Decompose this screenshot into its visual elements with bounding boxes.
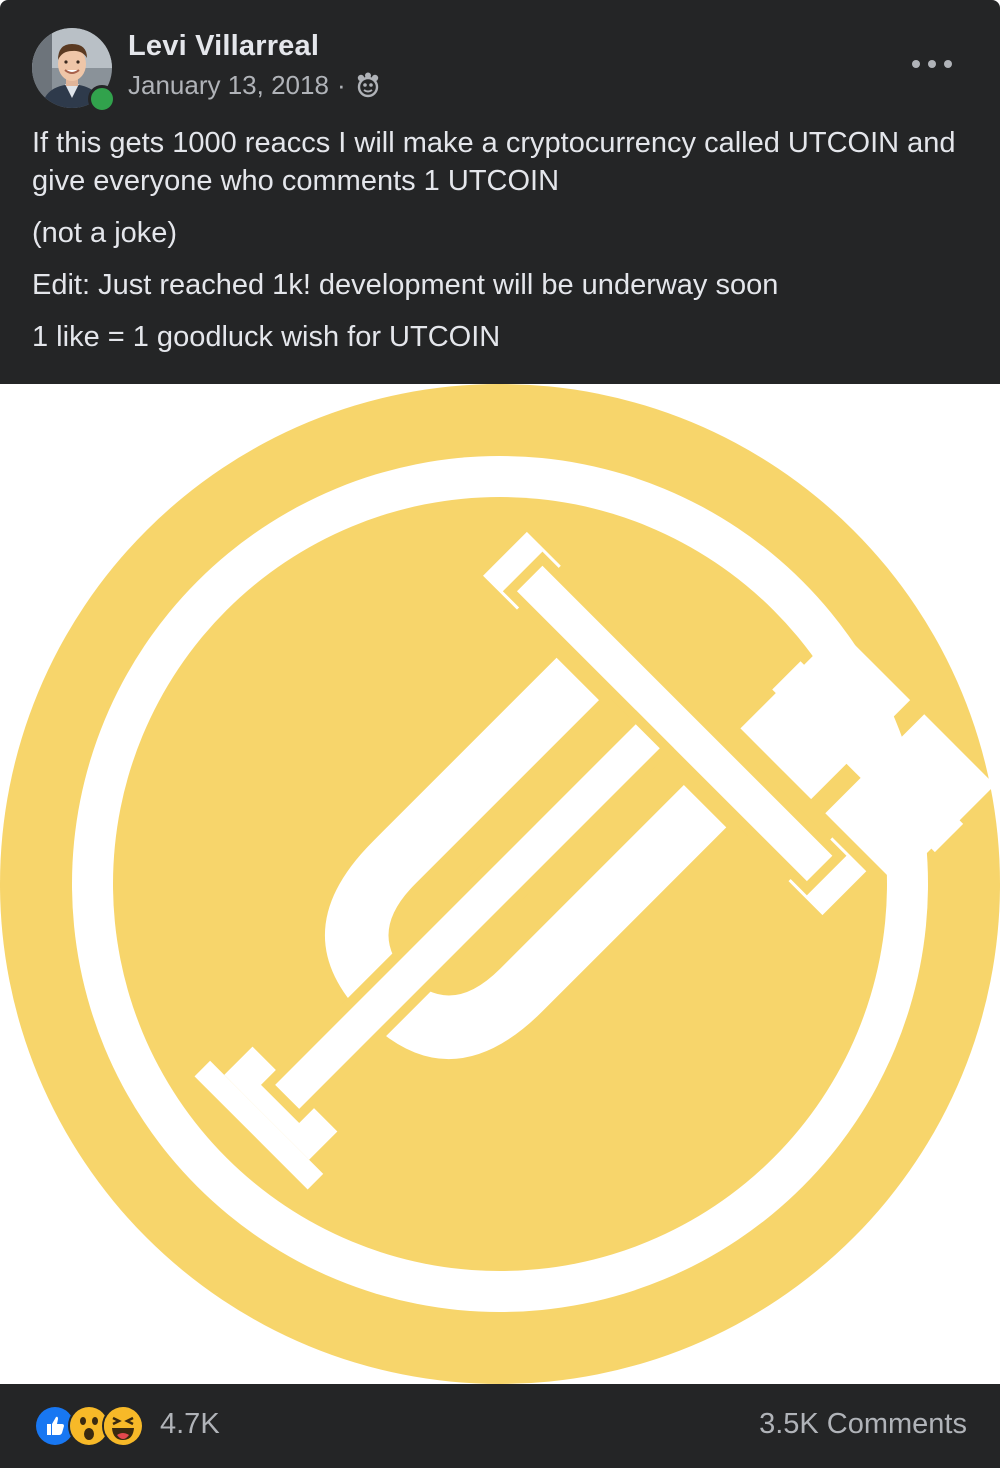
utcoin-logo-icon bbox=[0, 384, 1000, 1384]
haha-reaction-icon bbox=[102, 1405, 144, 1447]
post-header: Levi Villarreal January 13, 2018 · If th… bbox=[0, 0, 1000, 384]
reaction-count[interactable]: 4.7K bbox=[160, 1408, 220, 1441]
comments-count[interactable]: 3.5K Comments bbox=[759, 1408, 967, 1441]
post-text-line: (not a joke) bbox=[32, 217, 178, 249]
online-status-indicator bbox=[88, 85, 116, 113]
post-image[interactable] bbox=[0, 384, 1000, 1384]
post-text-line: Edit: Just reached 1k! development will … bbox=[32, 269, 779, 301]
post-text-line: If this gets 1000 reaccs I will make a c… bbox=[32, 127, 956, 197]
post-meta: January 13, 2018 · bbox=[128, 70, 382, 101]
post-text: If this gets 1000 reaccs I will make a c… bbox=[32, 124, 972, 356]
more-options-icon[interactable] bbox=[912, 50, 952, 78]
friends-of-friends-icon[interactable] bbox=[354, 72, 382, 100]
author-name[interactable]: Levi Villarreal bbox=[128, 30, 319, 63]
reaction-summary[interactable] bbox=[34, 1405, 144, 1447]
meta-separator: · bbox=[336, 70, 346, 100]
post-date[interactable]: January 13, 2018 bbox=[128, 70, 329, 101]
post-text-line: 1 like = 1 goodluck wish for UTCOIN bbox=[32, 321, 501, 353]
post-footer: 4.7K 3.5K Comments bbox=[0, 1384, 1000, 1468]
